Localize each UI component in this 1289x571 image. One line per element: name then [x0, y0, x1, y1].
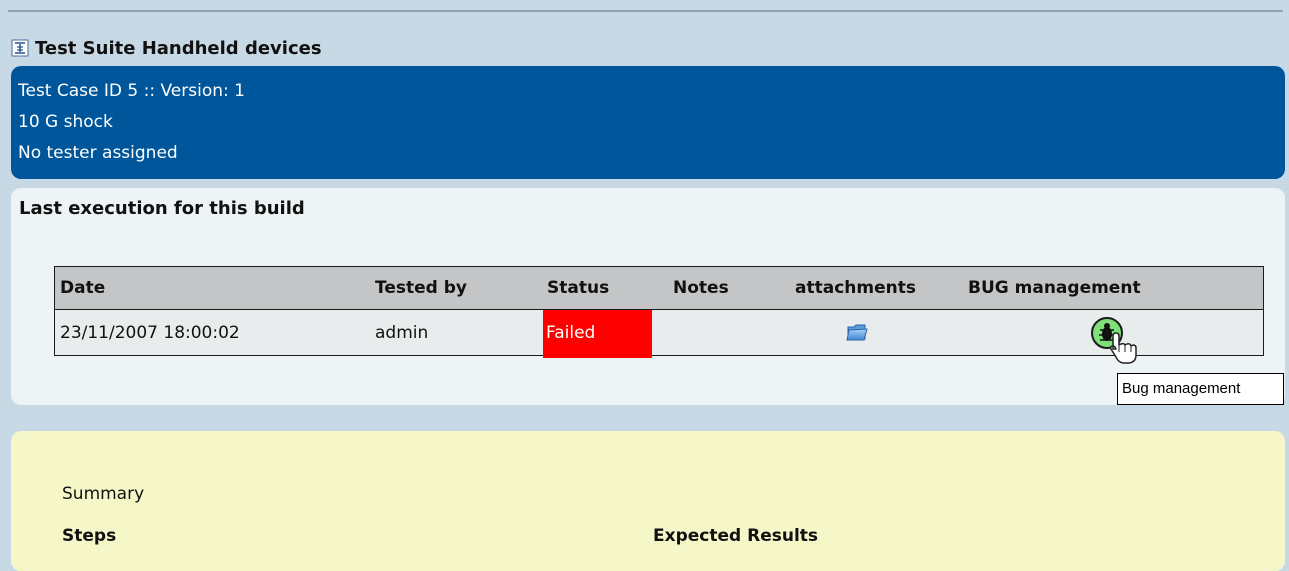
column-tested-by: Tested by [375, 278, 467, 298]
test-case-name: 10 G shock [18, 112, 113, 132]
column-attachments: attachments [795, 278, 916, 298]
tooltip: Bug management [1117, 373, 1284, 405]
top-divider [8, 10, 1283, 12]
table-row: 23/11/2007 18:00:02 admin Failed [55, 310, 1263, 364]
execution-table: Date Tested by Status Notes attachments … [54, 266, 1264, 364]
execution-date: 23/11/2007 18:00:02 [60, 323, 240, 343]
folder-icon[interactable] [846, 322, 868, 342]
last-execution-panel: Last execution for this build Date Teste… [11, 188, 1285, 405]
execution-tester: admin [375, 323, 429, 343]
summary-label: Summary [62, 484, 145, 504]
test-suite-title: Test Suite Handheld devices [11, 34, 322, 62]
test-case-id: Test Case ID 5 :: Version: 1 [18, 81, 245, 101]
column-date: Date [60, 278, 106, 298]
status-badge: Failed [543, 310, 652, 358]
column-bug-management: BUG management [968, 278, 1141, 298]
last-execution-title: Last execution for this build [19, 198, 305, 219]
column-status: Status [547, 278, 610, 298]
steps-label: Steps [62, 526, 117, 546]
execution-table-header: Date Tested by Status Notes attachments … [55, 267, 1263, 310]
test-spec-panel: Summary Steps Expected Results [11, 431, 1285, 571]
hand-cursor-icon [1110, 332, 1137, 364]
test-case-header: Test Case ID 5 :: Version: 1 10 G shock … [11, 66, 1285, 179]
test-suite-name: Test Suite Handheld devices [35, 37, 322, 59]
column-notes: Notes [673, 278, 729, 298]
tester-assignment: No tester assigned [18, 143, 178, 163]
expected-results-label: Expected Results [653, 526, 819, 546]
test-suite-icon [11, 39, 29, 57]
